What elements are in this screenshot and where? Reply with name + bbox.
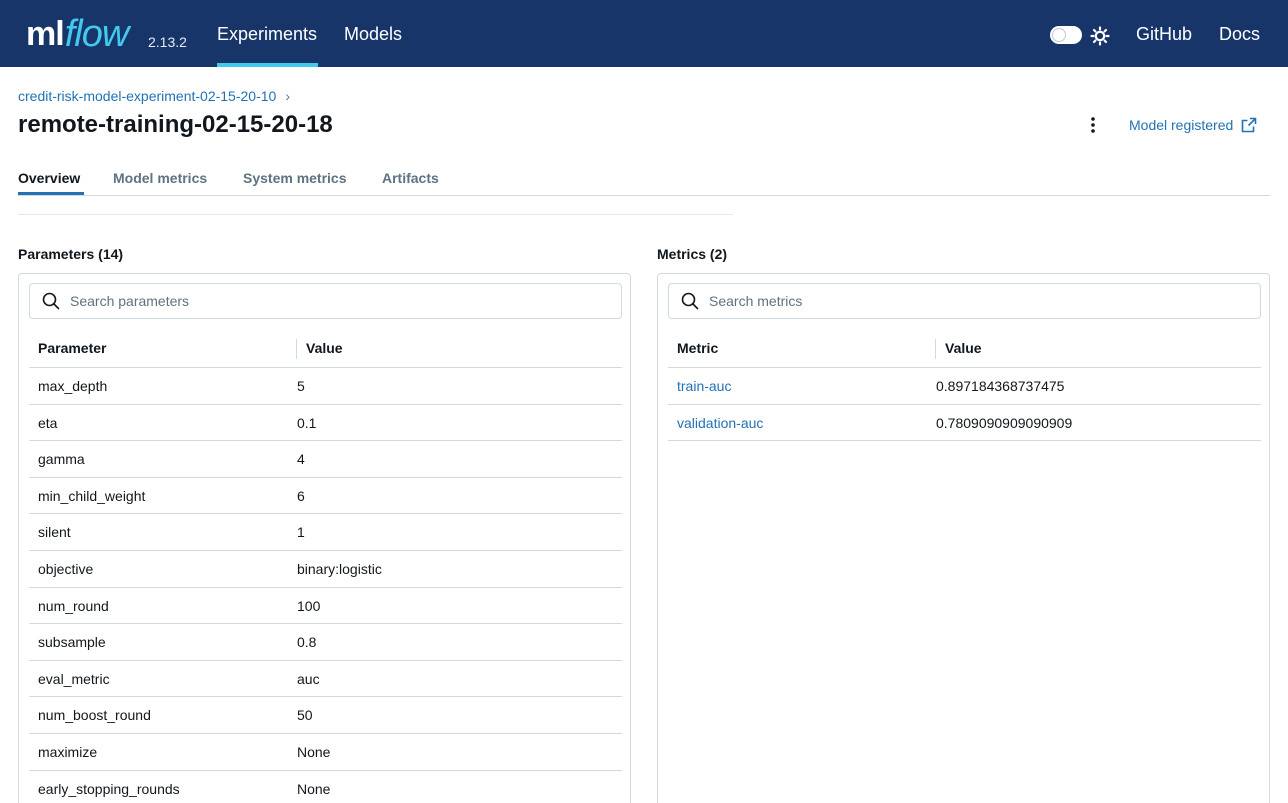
column-divider[interactable]	[935, 339, 936, 359]
external-link-icon	[1241, 117, 1257, 133]
metrics-panel: Metric Value train-auc 0.897184368737475 v…	[657, 273, 1270, 803]
parameter-name: num_boost_round	[38, 707, 151, 724]
table-row: max_depth 5	[29, 368, 622, 405]
tab-active-indicator	[18, 192, 84, 195]
docs-link[interactable]: Docs	[1219, 24, 1260, 45]
parameter-name: subsample	[38, 634, 106, 651]
column-header-parameter[interactable]: Parameter	[38, 340, 107, 356]
nav-models[interactable]: Models	[344, 24, 402, 45]
parameter-value: 4	[297, 451, 305, 468]
parameter-value: 100	[297, 597, 321, 614]
table-row: train-auc 0.897184368737475	[668, 368, 1261, 405]
tab-artifacts[interactable]: Artifacts	[382, 170, 439, 186]
table-row: eval_metric auc	[29, 661, 622, 698]
metric-name-link[interactable]: validation-auc	[677, 415, 763, 431]
parameters-panel: Parameter Value max_depth 5 eta 0.1 gamma 4 mi…	[18, 273, 631, 803]
parameter-name: maximize	[38, 743, 98, 760]
table-row: min_child_weight 6	[29, 478, 622, 515]
tab-model-metrics[interactable]: Model metrics	[113, 170, 207, 186]
more-options-icon[interactable]	[1085, 115, 1101, 135]
parameter-name: min_child_weight	[38, 487, 146, 504]
nav-active-indicator	[217, 63, 318, 67]
metric-value: 0.7809090909090909	[936, 414, 1073, 431]
table-row: objective binary:logistic	[29, 551, 622, 588]
sun-icon	[1090, 26, 1110, 46]
parameter-name: num_round	[38, 597, 109, 614]
divider	[18, 214, 733, 215]
metrics-table-body: train-auc 0.897184368737475 validation-auc…	[668, 368, 1261, 442]
column-header-value[interactable]: Value	[306, 340, 343, 356]
model-registered-link[interactable]: Model registered	[1129, 117, 1257, 133]
table-row: subsample 0.8	[29, 624, 622, 661]
parameter-name: early_stopping_rounds	[38, 780, 180, 797]
parameter-value: None	[297, 780, 331, 797]
metrics-search	[668, 283, 1261, 319]
parameter-value: auc	[297, 670, 320, 687]
table-row: num_boost_round 50	[29, 697, 622, 734]
parameter-name: eval_metric	[38, 670, 110, 687]
parameter-value: 5	[297, 378, 305, 394]
logo-flow-text: flow	[64, 13, 130, 55]
parameters-search	[29, 283, 622, 319]
search-icon	[681, 292, 699, 310]
parameter-name: objective	[38, 560, 94, 577]
parameter-name: silent	[38, 524, 71, 541]
toggle-knob	[1052, 28, 1066, 42]
parameters-table: Parameter Value max_depth 5 eta 0.1 gamma 4 mi…	[29, 329, 622, 803]
table-row: maximize None	[29, 734, 622, 771]
tab-overview[interactable]: Overview	[18, 170, 80, 186]
breadcrumb: credit-risk-model-experiment-02-15-20-10…	[18, 88, 290, 104]
nav-experiments[interactable]: Experiments	[217, 24, 317, 45]
breadcrumb-experiment-link[interactable]: credit-risk-model-experiment-02-15-20-10	[18, 88, 276, 104]
version-label: 2.13.2	[148, 34, 187, 50]
table-row: eta 0.1	[29, 405, 622, 442]
parameter-value: 0.8	[297, 634, 317, 651]
theme-toggle[interactable]	[1050, 26, 1082, 44]
metric-value: 0.897184368737475	[936, 378, 1065, 394]
github-link[interactable]: GitHub	[1136, 24, 1192, 45]
parameters-search-input[interactable]	[70, 293, 592, 309]
column-divider[interactable]	[296, 339, 297, 359]
metrics-title: Metrics (2)	[657, 246, 728, 262]
parameter-value: 50	[297, 707, 313, 724]
mlflow-logo[interactable]: ml flow	[26, 10, 130, 55]
table-row: gamma 4	[29, 441, 622, 478]
column-header-metric[interactable]: Metric	[677, 340, 718, 356]
parameters-table-body: max_depth 5 eta 0.1 gamma 4 min_child_weight 6 s…	[29, 368, 622, 803]
table-row: validation-auc 0.7809090909090909	[668, 405, 1261, 442]
column-header-value[interactable]: Value	[945, 340, 982, 356]
parameters-title: Parameters (14)	[18, 246, 124, 262]
chevron-right-icon: ›	[285, 88, 290, 104]
run-tabs: Overview Model metrics System metrics Ar…	[18, 168, 1270, 196]
tab-system-metrics[interactable]: System metrics	[243, 170, 347, 186]
table-row: early_stopping_rounds None	[29, 771, 622, 803]
top-navigation-bar: ml flow 2.13.2 Experiments Models GitHub…	[0, 0, 1288, 67]
search-icon	[42, 292, 60, 310]
parameter-value: 1	[297, 524, 305, 541]
parameter-value: 0.1	[297, 414, 317, 431]
parameter-name: eta	[38, 414, 58, 431]
parameter-name: max_depth	[38, 378, 108, 394]
parameter-value: binary:logistic	[297, 560, 382, 577]
model-registered-label: Model registered	[1129, 117, 1234, 133]
parameters-table-header: Parameter Value	[29, 329, 622, 368]
page-title: remote-training-02-15-20-18	[18, 111, 333, 138]
table-row: num_round 100	[29, 588, 622, 625]
metric-name-link[interactable]: train-auc	[677, 378, 731, 394]
table-row: silent 1	[29, 514, 622, 551]
metrics-table: Metric Value train-auc 0.897184368737475 v…	[668, 329, 1261, 442]
logo-ml-text: ml	[26, 15, 65, 53]
parameter-value: 6	[297, 487, 305, 504]
parameter-name: gamma	[38, 451, 85, 468]
metrics-search-input[interactable]	[709, 293, 1231, 309]
parameter-value: None	[297, 743, 331, 760]
metrics-table-header: Metric Value	[668, 329, 1261, 368]
